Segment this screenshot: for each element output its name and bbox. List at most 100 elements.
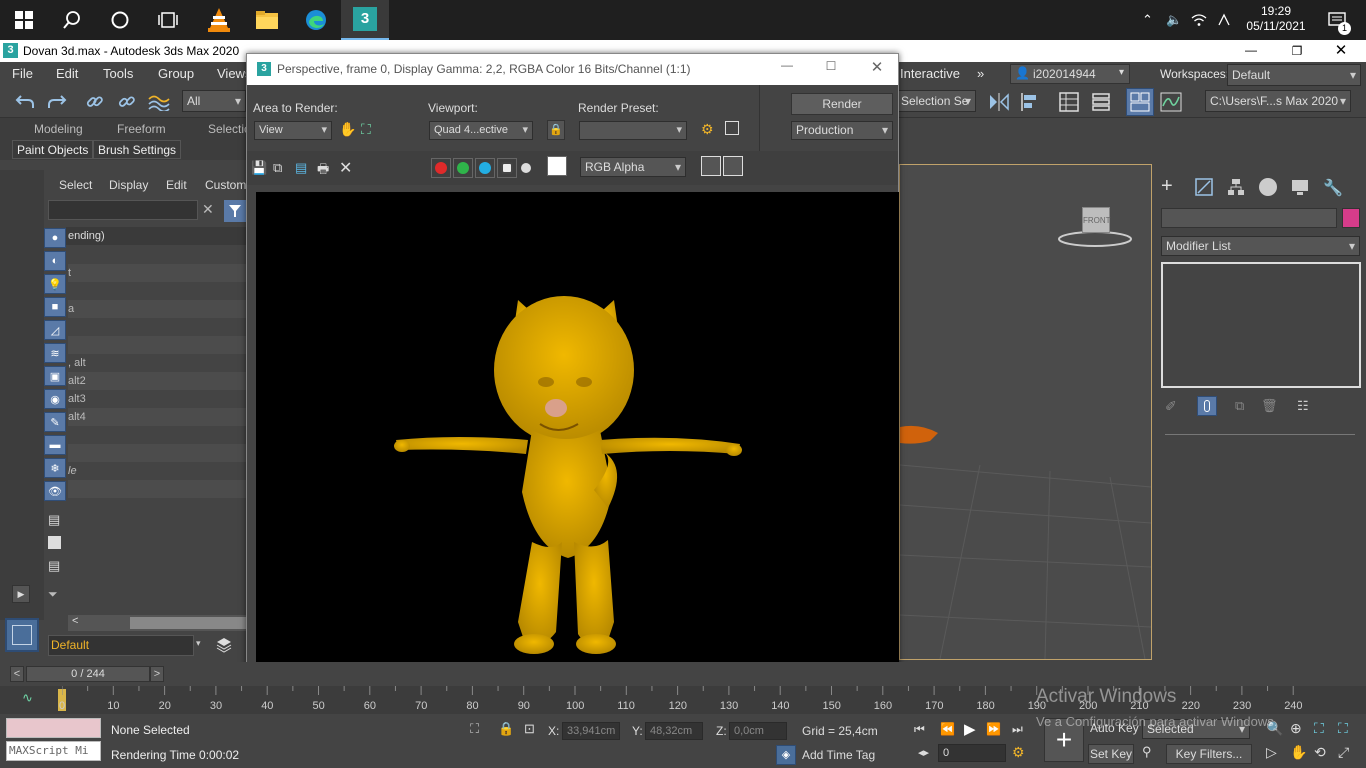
volume-icon[interactable]: 🔈	[1166, 0, 1182, 40]
menu-interactive[interactable]: Interactive	[900, 62, 960, 86]
scene-explorer-toggle[interactable]	[5, 618, 39, 652]
menu-group[interactable]: Group	[158, 62, 194, 86]
list-item[interactable]	[68, 336, 246, 354]
explorer-search-input[interactable]	[48, 200, 198, 220]
windows-start-icon[interactable]	[0, 0, 48, 40]
redo-icon[interactable]	[44, 89, 70, 115]
layers-stack-icon[interactable]	[214, 635, 234, 655]
tab-selection[interactable]: Selectio	[208, 122, 251, 136]
explorer-menu-select[interactable]: Select	[59, 178, 92, 192]
lights-filter-icon[interactable]: 💡	[44, 274, 66, 294]
list-item[interactable]: a	[68, 300, 246, 318]
clone-frame-icon[interactable]: ▤	[295, 160, 307, 176]
absolute-mode-icon[interactable]: ⊡	[524, 721, 535, 737]
orbit-icon[interactable]: ⟲	[1314, 744, 1326, 761]
wifi-icon[interactable]	[1191, 0, 1207, 40]
restore-button[interactable]: ❐	[1286, 40, 1308, 62]
current-frame-field[interactable]: 0	[938, 744, 1006, 762]
undo-icon[interactable]	[12, 89, 38, 115]
render-setup-icon[interactable]: ⚙	[701, 121, 714, 138]
display-channel-dropdown[interactable]: RGB Alpha	[580, 157, 686, 177]
utilities-tab-icon[interactable]: 🔧	[1323, 178, 1343, 198]
explorer-column-header[interactable]: ending)	[66, 227, 246, 245]
isolate-selection-icon[interactable]: ⛶	[470, 721, 479, 737]
shapes-filter-icon[interactable]: ◐	[44, 251, 66, 271]
frozen-filter-icon[interactable]: ❄	[44, 458, 66, 478]
curve-editor-icon[interactable]	[1158, 89, 1184, 115]
pan-view-icon[interactable]: ✋	[1290, 744, 1307, 761]
list-item[interactable]	[68, 318, 246, 336]
tab-freeform[interactable]: Freeform	[117, 122, 166, 136]
hidden-filter-icon[interactable]: 👁	[44, 481, 66, 501]
helpers-filter-icon[interactable]: ◿	[44, 320, 66, 340]
invert-display-icon[interactable]: ▤	[48, 558, 60, 574]
explorer-menu-display[interactable]: Display	[109, 178, 148, 192]
key-mode-icon[interactable]: ◂▸	[918, 746, 929, 759]
space-warp-icon[interactable]	[146, 89, 172, 115]
create-tab-icon[interactable]: +	[1161, 176, 1173, 196]
clear-search-icon[interactable]: ✕	[202, 201, 214, 218]
mirror-icon[interactable]	[986, 89, 1012, 115]
zoom-all-icon[interactable]: ⊕	[1290, 720, 1302, 737]
time-slider-thumb[interactable]: 0 / 244	[26, 666, 150, 682]
z-coordinate-field[interactable]: 0,0cm	[729, 722, 787, 740]
previous-key-icon[interactable]: ⏪	[940, 722, 955, 736]
y-coordinate-field[interactable]: 48,32cm	[645, 722, 703, 740]
list-item[interactable]	[68, 444, 246, 462]
curve-editor-mini-icon[interactable]: ∿	[22, 690, 33, 706]
scroll-left-icon[interactable]: <	[72, 615, 78, 627]
funnel-icon[interactable]: ⏷	[48, 587, 58, 602]
file-explorer-icon[interactable]	[243, 0, 291, 40]
explorer-hscrollbar[interactable]: <	[68, 615, 246, 631]
next-key-icon[interactable]: ⏩	[986, 722, 1001, 736]
object-name-input[interactable]	[1161, 208, 1337, 228]
make-unique-icon[interactable]: ⧉	[1235, 398, 1244, 414]
menu-edit[interactable]: Edit	[56, 62, 78, 86]
list-item[interactable]	[68, 282, 246, 300]
display-tab-icon[interactable]	[1291, 178, 1309, 199]
alpha-channel-toggle[interactable]	[497, 158, 517, 178]
render-button[interactable]: Render	[791, 93, 893, 115]
list-item[interactable]: alt3	[68, 390, 246, 408]
close-button[interactable]: ✕	[867, 58, 887, 76]
notification-center-icon[interactable]: 1	[1322, 0, 1352, 40]
filter-icon[interactable]	[224, 200, 246, 222]
maxscript-input[interactable]: MAXScript Mi	[6, 741, 101, 761]
edit-region-icon[interactable]: ✋	[339, 121, 356, 138]
go-to-start-icon[interactable]: ⏮	[914, 722, 925, 737]
modifier-list-dropdown[interactable]: Modifier List	[1161, 236, 1360, 256]
next-frame-button[interactable]: >	[150, 666, 164, 682]
list-item[interactable]: t	[68, 264, 246, 282]
red-channel-toggle[interactable]	[431, 158, 451, 178]
viewcube-front-face[interactable]: FRONT	[1082, 207, 1111, 233]
maxscript-listener-output[interactable]	[6, 718, 101, 738]
green-channel-toggle[interactable]	[453, 158, 473, 178]
project-folder-dropdown[interactable]: C:\Users\F...s Max 2020	[1205, 90, 1351, 112]
go-to-end-icon[interactable]: ⏭	[1012, 722, 1023, 737]
list-item[interactable]: alt2	[68, 372, 246, 390]
toggle-ribbon-icon[interactable]	[1126, 88, 1154, 116]
minimize-button[interactable]: —	[777, 58, 797, 72]
maximize-button[interactable]: ☐	[821, 59, 841, 73]
brush-settings-panel[interactable]: Brush Settings	[93, 140, 182, 159]
set-key-button[interactable]: Set Key	[1088, 744, 1134, 764]
x-coordinate-field[interactable]: 33,941cm	[562, 722, 620, 740]
menu-file[interactable]: File	[12, 62, 33, 86]
list-item[interactable]	[68, 498, 246, 516]
print-image-icon[interactable]: 🖶	[317, 160, 329, 182]
show-end-result-icon[interactable]	[1197, 396, 1217, 416]
zoom-extents-all-icon[interactable]: ⛶	[1338, 720, 1348, 737]
add-time-tag[interactable]: Add Time Tag	[802, 748, 875, 762]
perspective-viewport[interactable]: FRONT	[899, 164, 1152, 660]
toggle-ui-icon[interactable]	[723, 156, 743, 176]
cortana-icon[interactable]	[96, 0, 144, 40]
modifier-stack[interactable]	[1161, 262, 1361, 388]
render-mode-dropdown[interactable]: Production	[791, 121, 893, 140]
display-none-icon[interactable]	[48, 536, 61, 549]
chevron-down-icon[interactable]: ▾	[196, 638, 201, 649]
list-item[interactable]: le	[68, 462, 246, 480]
selection-lock-icon[interactable]: 🔒	[498, 721, 514, 737]
toggle-ui-overlay-icon[interactable]	[701, 156, 721, 176]
vlc-icon[interactable]	[195, 0, 243, 40]
configure-modifier-sets-icon[interactable]: ☷	[1297, 398, 1309, 414]
